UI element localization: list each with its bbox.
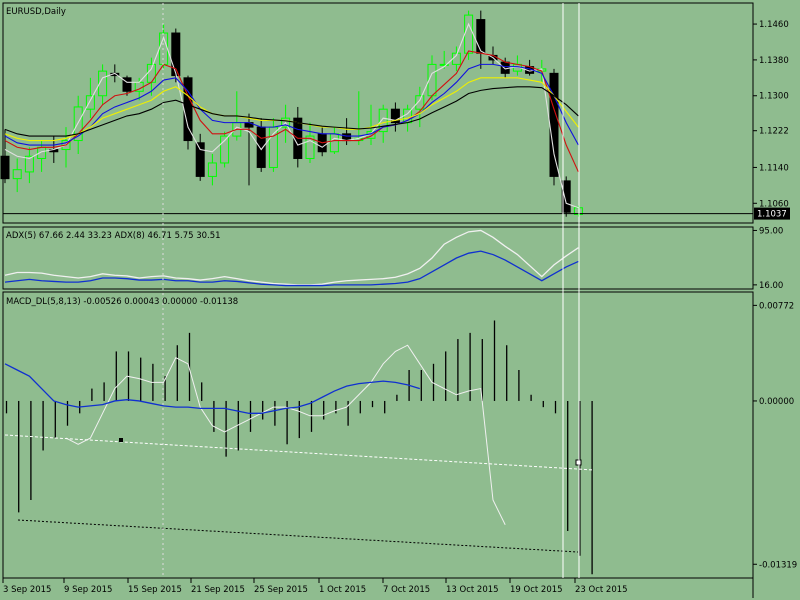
ytick-label: 1.1222 [759,127,789,137]
current-price-label: 1.1037 [757,210,787,220]
ytick-label: 0.00000 [759,397,794,407]
macd-indicator-title: MACD_DL(5,8,13) -0.00526 0.00043 0.00000… [6,297,238,307]
xtick-label: 25 Sep 2015 [254,585,308,595]
candle-body [476,19,486,54]
macd-panel: 0.00772 0.00000 -0.01319 [2,291,797,579]
ytick-label: 16.00 [759,281,783,291]
ytick-label: 0.00772 [759,301,794,311]
candle-body [0,155,10,180]
ytick-label: 1.1140 [759,163,789,173]
panel-frame [2,291,754,579]
candle-body [329,133,339,153]
xtick-label: 19 Oct 2015 [510,585,563,595]
xtick-label: 7 Oct 2015 [383,585,430,595]
divergence-line [4,434,595,471]
xtick-label: 13 Oct 2015 [446,585,499,595]
candle-body [549,72,559,177]
xtick-label: 9 Sep 2015 [64,585,112,595]
moving-average-line [4,86,579,137]
xtick-label: 1 Oct 2015 [319,585,366,595]
moving-average-line [4,50,579,173]
candle-body [195,142,205,177]
xtick-label: 3 Sep 2015 [3,585,51,595]
ytick-label: 1.1460 [759,20,789,30]
ytick-label: 1.1380 [759,56,789,66]
divergence-line [17,519,579,553]
divergence-marker [119,438,123,442]
adx-series-line [4,250,579,287]
ytick-label: -0.01319 [759,560,797,570]
macd-signal-line [65,344,506,525]
ytick-label: 1.1060 [759,199,789,209]
candle-body [500,61,510,74]
candle-body [85,95,95,110]
candle-body [256,126,266,168]
xtick-label: 23 Oct 2015 [575,585,628,595]
moving-average-line [4,22,579,209]
xtick-label: 15 Sep 2015 [128,585,182,595]
xtick-label: 21 Sep 2015 [191,585,245,595]
candle-body [207,162,217,177]
ytick-label: 95.00 [759,226,783,236]
candle-body [12,169,22,180]
chart-root: 1.1037 1.1460 1.1380 1.1300 1.1222 1.1140 1.10… [0,2,797,598]
price-chart-title: EURUSD,Daily [6,7,66,17]
ytick-label: 1.1300 [759,92,789,102]
price-panel: 1.1037 1.1460 1.1380 1.1300 1.1222 1.1140 1.10… [0,2,790,224]
adx-indicator-title: ADX(5) 67.66 2.44 33.23 ADX(8) 46.71 5.7… [6,231,221,241]
candle-body [146,63,156,83]
candle-body [464,14,474,54]
